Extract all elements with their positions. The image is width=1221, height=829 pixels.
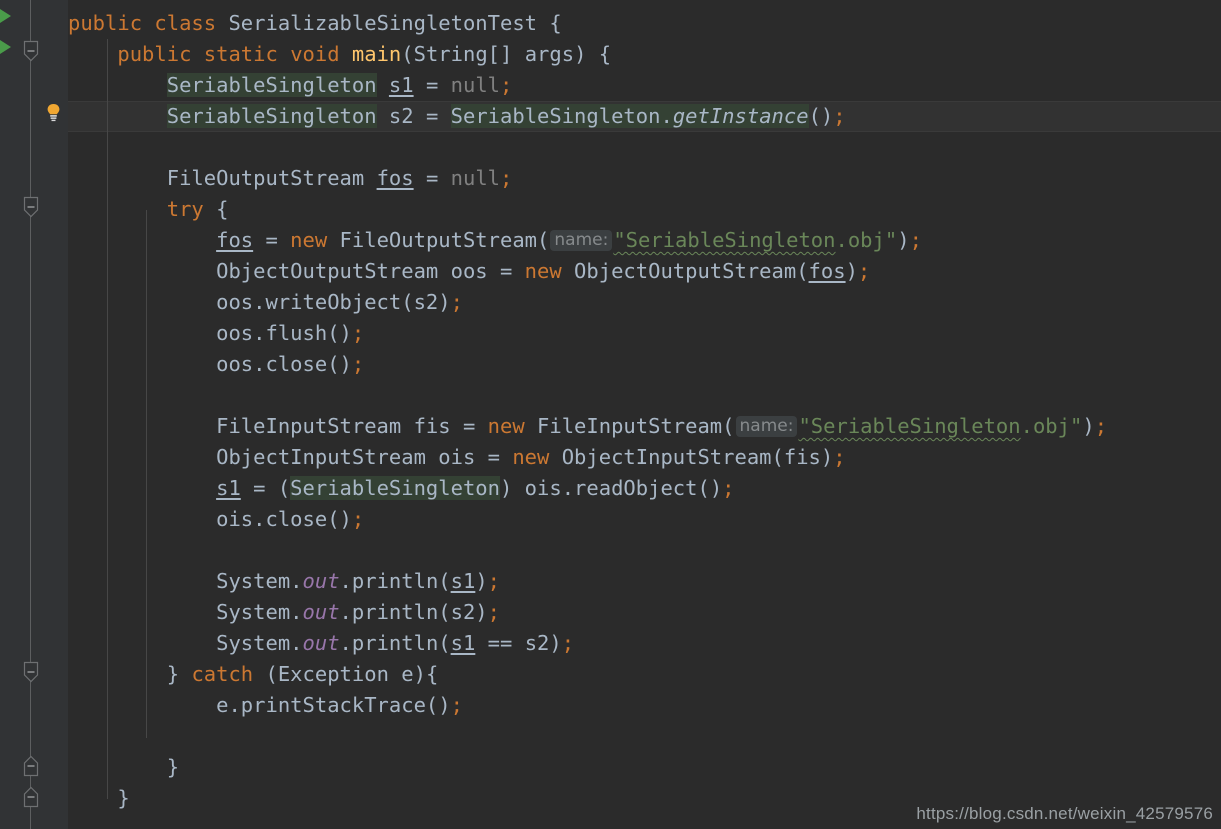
inlay-hint-name: name: (550, 230, 613, 251)
code-line[interactable]: fos = new FileOutputStream(name: "Seriabl… (0, 225, 1221, 256)
code-line-text: oos.flush(); (216, 321, 365, 345)
code-line[interactable]: SeriableSingleton s2 = SeriableSingleton… (0, 101, 1221, 132)
code-line-text: FileOutputStream fos = null; (166, 166, 513, 190)
code-line[interactable]: ObjectInputStream ois = new ObjectInputS… (0, 442, 1221, 473)
code-line-text: ObjectOutputStream oos = new ObjectOutpu… (216, 259, 871, 283)
code-line[interactable]: oos.flush(); (0, 318, 1221, 349)
watermark-url: https://blog.csdn.net/weixin_42579576 (916, 804, 1213, 823)
code-line-text: FileInputStream fis = new FileInputStrea… (216, 414, 1108, 438)
code-line-text: SeriableSingleton s2 = SeriableSingleton… (166, 104, 846, 128)
code-editor-window: public class SerializableSingletonTest {… (0, 0, 1221, 829)
code-line-text: try { (166, 197, 229, 221)
code-line-text: public class SerializableSingletonTest { (68, 11, 562, 35)
code-line[interactable]: oos.writeObject(s2); (0, 287, 1221, 318)
code-line[interactable]: } (0, 752, 1221, 783)
code-line-text: System.out.println(s1); (216, 569, 501, 593)
code-line-text: public static void main(String[] args) { (117, 42, 612, 66)
code-line[interactable] (0, 721, 1221, 752)
fold-collapse-main-icon[interactable] (23, 40, 39, 62)
code-line-text: SeriableSingleton s1 = null; (166, 73, 513, 97)
code-line-text: ObjectInputStream ois = new ObjectInputS… (216, 445, 846, 469)
code-line-text: } (117, 786, 130, 810)
code-line-text: oos.close(); (216, 352, 365, 376)
editor-gutter[interactable] (0, 0, 68, 829)
code-line-text: s1 = (SeriableSingleton) ois.readObject(… (216, 476, 735, 500)
code-line[interactable]: public class SerializableSingletonTest { (0, 8, 1221, 39)
code-line-text: ois.close(); (216, 507, 365, 531)
code-line-text: } catch (Exception e){ (166, 662, 439, 686)
run-method-arrow[interactable] (0, 40, 11, 54)
code-line[interactable] (0, 132, 1221, 163)
fold-rail (30, 0, 31, 829)
code-line[interactable]: try { (0, 194, 1221, 225)
code-line[interactable]: FileInputStream fis = new FileInputStrea… (0, 411, 1221, 442)
inlay-hint-name: name: (735, 416, 798, 437)
run-class-arrow[interactable] (0, 9, 11, 23)
code-line-text: System.out.println(s2); (216, 600, 500, 624)
code-line-text: fos = new FileOutputStream(name: "Seriabl… (216, 228, 922, 252)
code-line[interactable]: System.out.println(s1 == s2); (0, 628, 1221, 659)
code-line[interactable]: oos.close(); (0, 349, 1221, 380)
code-line-text: } (166, 755, 180, 779)
code-line[interactable]: System.out.println(s1); (0, 566, 1221, 597)
fold-collapse-try-icon[interactable] (23, 196, 39, 218)
code-line-text: System.out.println(s1 == s2); (216, 631, 575, 655)
code-line-text: oos.writeObject(s2); (216, 290, 463, 314)
code-line[interactable]: FileOutputStream fos = null; (0, 163, 1221, 194)
code-line[interactable]: public static void main(String[] args) { (0, 39, 1221, 70)
code-line[interactable] (0, 380, 1221, 411)
fold-collapse-catch-icon[interactable] (23, 661, 39, 683)
code-line[interactable]: ois.close(); (0, 504, 1221, 535)
code-line[interactable]: ObjectOutputStream oos = new ObjectOutpu… (0, 256, 1221, 287)
code-line-text: e.printStackTrace(); (216, 693, 463, 717)
code-text-area[interactable]: public class SerializableSingletonTest {… (0, 0, 1221, 829)
fold-end-class-icon[interactable] (23, 786, 39, 808)
code-line[interactable]: System.out.println(s2); (0, 597, 1221, 628)
code-line[interactable]: } catch (Exception e){ (0, 659, 1221, 690)
code-line[interactable]: s1 = (SeriableSingleton) ois.readObject(… (0, 473, 1221, 504)
code-line[interactable] (0, 535, 1221, 566)
code-line[interactable]: SeriableSingleton s1 = null; (0, 70, 1221, 101)
intention-bulb-icon[interactable] (45, 103, 62, 122)
code-line[interactable]: e.printStackTrace(); (0, 690, 1221, 721)
fold-end-method-icon[interactable] (23, 755, 39, 777)
